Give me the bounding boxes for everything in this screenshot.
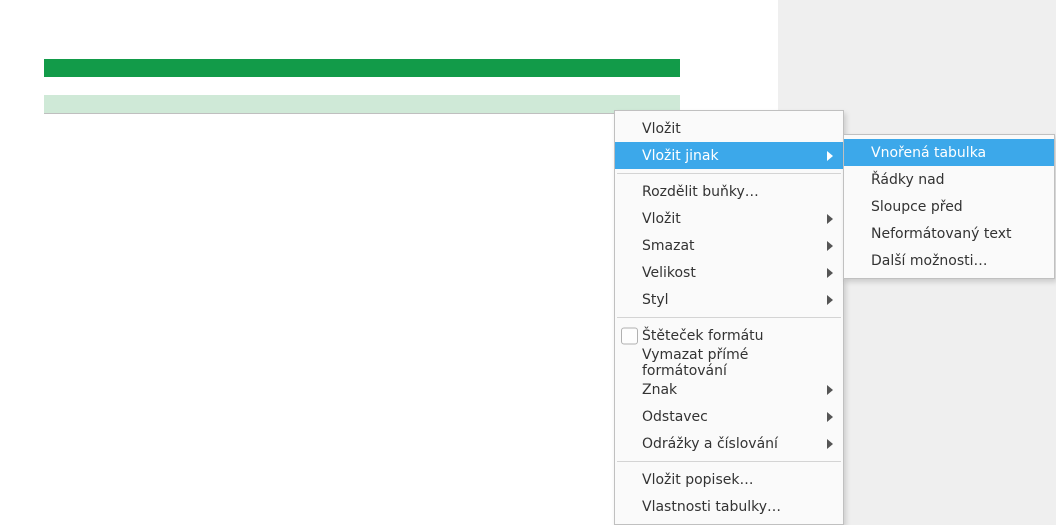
menu-item-label: Neformátovaný text: [871, 226, 1011, 242]
menu-item-size[interactable]: Velikost: [615, 259, 843, 286]
menu-item-format-paintbrush[interactable]: Štěteček formátu: [615, 322, 843, 349]
menu-item-label: Vymazat přímé formátování: [642, 347, 819, 379]
menu-item-label: Smazat: [642, 238, 695, 254]
checkbox-icon: [621, 327, 638, 344]
menu-separator: [617, 173, 841, 174]
submenu-item-columns-before[interactable]: Sloupce před: [844, 193, 1054, 220]
table-row[interactable]: [44, 95, 680, 113]
table-header-row[interactable]: [44, 59, 680, 77]
menu-item-label: Vložit popisek…: [642, 472, 753, 488]
menu-item-label: Odrážky a číslování: [642, 436, 778, 452]
menu-item-bullets-numbering[interactable]: Odrážky a číslování: [615, 430, 843, 457]
submenu-item-unformatted-text[interactable]: Neformátovaný text: [844, 220, 1054, 247]
menu-item-label: Vnořená tabulka: [871, 145, 986, 161]
submenu-arrow-icon: [827, 151, 833, 161]
submenu-arrow-icon: [827, 385, 833, 395]
menu-item-paste[interactable]: Vložit: [615, 115, 843, 142]
menu-item-label: Styl: [642, 292, 669, 308]
context-menu[interactable]: Vložit Vložit jinak Rozdělit buňky… Vlož…: [614, 110, 844, 525]
menu-item-insert-caption[interactable]: Vložit popisek…: [615, 466, 843, 493]
menu-item-style[interactable]: Styl: [615, 286, 843, 313]
menu-item-label: Vložit: [642, 211, 681, 227]
menu-item-label: Velikost: [642, 265, 696, 281]
table-row[interactable]: [44, 77, 680, 95]
menu-item-label: Vlastnosti tabulky…: [642, 499, 781, 515]
menu-separator: [617, 461, 841, 462]
submenu-arrow-icon: [827, 268, 833, 278]
paste-special-submenu[interactable]: Vnořená tabulka Řádky nad Sloupce před N…: [843, 134, 1055, 279]
menu-item-label: Vložit: [642, 121, 681, 137]
menu-item-split-cells[interactable]: Rozdělit buňky…: [615, 178, 843, 205]
menu-item-label: Odstavec: [642, 409, 708, 425]
menu-item-label: Další možnosti…: [871, 253, 988, 269]
menu-item-label: Rozdělit buňky…: [642, 184, 759, 200]
submenu-item-nested-table[interactable]: Vnořená tabulka: [844, 139, 1054, 166]
menu-item-label: Štěteček formátu: [642, 328, 764, 344]
menu-item-label: Sloupce před: [871, 199, 963, 215]
submenu-arrow-icon: [827, 295, 833, 305]
submenu-arrow-icon: [827, 439, 833, 449]
menu-item-insert[interactable]: Vložit: [615, 205, 843, 232]
submenu-arrow-icon: [827, 214, 833, 224]
menu-separator: [617, 317, 841, 318]
menu-item-paste-special[interactable]: Vložit jinak: [615, 142, 843, 169]
submenu-item-rows-above[interactable]: Řádky nad: [844, 166, 1054, 193]
submenu-item-more-options[interactable]: Další možnosti…: [844, 247, 1054, 274]
menu-item-character[interactable]: Znak: [615, 376, 843, 403]
menu-item-clear-formatting[interactable]: Vymazat přímé formátování: [615, 349, 843, 376]
submenu-arrow-icon: [827, 241, 833, 251]
menu-item-label: Znak: [642, 382, 677, 398]
document-table[interactable]: [44, 59, 680, 114]
menu-item-label: Vložit jinak: [642, 148, 719, 164]
menu-item-delete[interactable]: Smazat: [615, 232, 843, 259]
submenu-arrow-icon: [827, 412, 833, 422]
menu-item-table-properties[interactable]: Vlastnosti tabulky…: [615, 493, 843, 520]
menu-item-label: Řádky nad: [871, 172, 945, 188]
menu-item-paragraph[interactable]: Odstavec: [615, 403, 843, 430]
